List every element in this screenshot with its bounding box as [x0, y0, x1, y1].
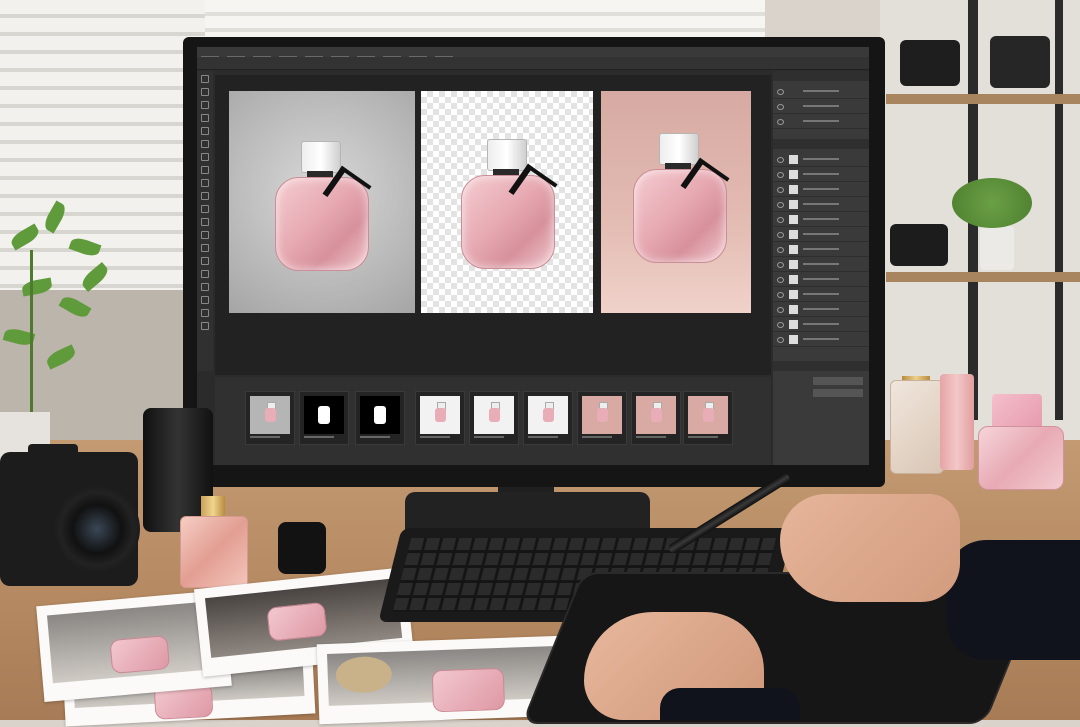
tool-icon [201, 231, 209, 239]
shelf-board [886, 272, 1080, 282]
tool-icon [201, 270, 209, 278]
eye-icon[interactable] [777, 277, 784, 283]
monitor [183, 37, 885, 487]
perfume-bottle [890, 380, 944, 474]
eye-icon[interactable] [777, 337, 784, 343]
tool-icon [201, 114, 209, 122]
filmstrip-thumb[interactable] [299, 391, 349, 445]
tool-icon [201, 166, 209, 174]
eye-icon[interactable] [777, 292, 784, 298]
tool-icon [201, 322, 209, 330]
eye-icon[interactable] [777, 232, 784, 238]
sleeve [946, 540, 1080, 660]
camera-lens-front [54, 486, 140, 572]
shelf-board [886, 94, 1080, 104]
tool-icon [201, 140, 209, 148]
eye-icon[interactable] [777, 157, 784, 163]
filmstrip-thumb[interactable] [631, 391, 681, 445]
filmstrip-thumb[interactable] [245, 391, 295, 445]
perfume-bottle [461, 139, 558, 269]
eye-icon[interactable] [777, 262, 784, 268]
filmstrip-thumb[interactable] [469, 391, 519, 445]
perfume-cap [992, 394, 1042, 430]
perfume-bottle [940, 374, 974, 470]
eye-icon[interactable] [777, 172, 784, 178]
tool-icon [201, 257, 209, 265]
filmstrip-thumb[interactable] [355, 391, 405, 445]
hand [780, 494, 960, 602]
monitor-screen [197, 47, 869, 465]
eye-icon[interactable] [777, 217, 784, 223]
eye-icon[interactable] [777, 307, 784, 313]
camera [0, 444, 140, 586]
eye-icon[interactable] [777, 247, 784, 253]
tool-icon [201, 218, 209, 226]
tool-icon [201, 75, 209, 83]
perfume-bottle [275, 141, 372, 271]
potted-plant [0, 190, 130, 430]
tool-icon [201, 127, 209, 135]
filmstrip-thumb[interactable] [523, 391, 573, 445]
app-menu-bar [197, 47, 869, 58]
shelf-post [1055, 0, 1063, 420]
perfume-bottle [633, 133, 730, 263]
app-options-bar [197, 57, 869, 70]
layers-panel [773, 71, 869, 465]
tool-icon [201, 296, 209, 304]
shelf-camera [990, 36, 1050, 88]
photo-pane-cutout [421, 91, 593, 313]
shelf-plant [952, 178, 1032, 228]
tool-icon [201, 205, 209, 213]
tool-icon [201, 153, 209, 161]
eye-icon[interactable] [777, 187, 784, 193]
photo-pane-composite [601, 91, 751, 313]
eye-icon[interactable] [777, 322, 784, 328]
tool-icon [201, 101, 209, 109]
tool-icon [201, 192, 209, 200]
tool-icon [201, 244, 209, 252]
tool-icon [201, 179, 209, 187]
perfume-cap [278, 522, 326, 574]
shelf-camera [900, 40, 960, 86]
sleeve [660, 688, 800, 720]
filmstrip [215, 377, 771, 465]
perfume-bottle [180, 496, 248, 588]
eye-icon[interactable] [777, 119, 784, 125]
perfume-bottle [978, 426, 1064, 490]
shelf-plant-pot [980, 226, 1014, 270]
tool-icon [201, 309, 209, 317]
tool-icon [201, 88, 209, 96]
app-toolbar [197, 71, 213, 371]
tool-icon [201, 283, 209, 291]
photo-pane-original [229, 91, 415, 313]
filmstrip-thumb[interactable] [683, 391, 733, 445]
eye-icon[interactable] [777, 104, 784, 110]
eye-icon[interactable] [777, 89, 784, 95]
shelf-camera [890, 224, 948, 266]
filmstrip-thumb[interactable] [415, 391, 465, 445]
eye-icon[interactable] [777, 202, 784, 208]
filmstrip-thumb[interactable] [577, 391, 627, 445]
panel-button[interactable] [813, 389, 863, 397]
panel-button[interactable] [813, 377, 863, 385]
